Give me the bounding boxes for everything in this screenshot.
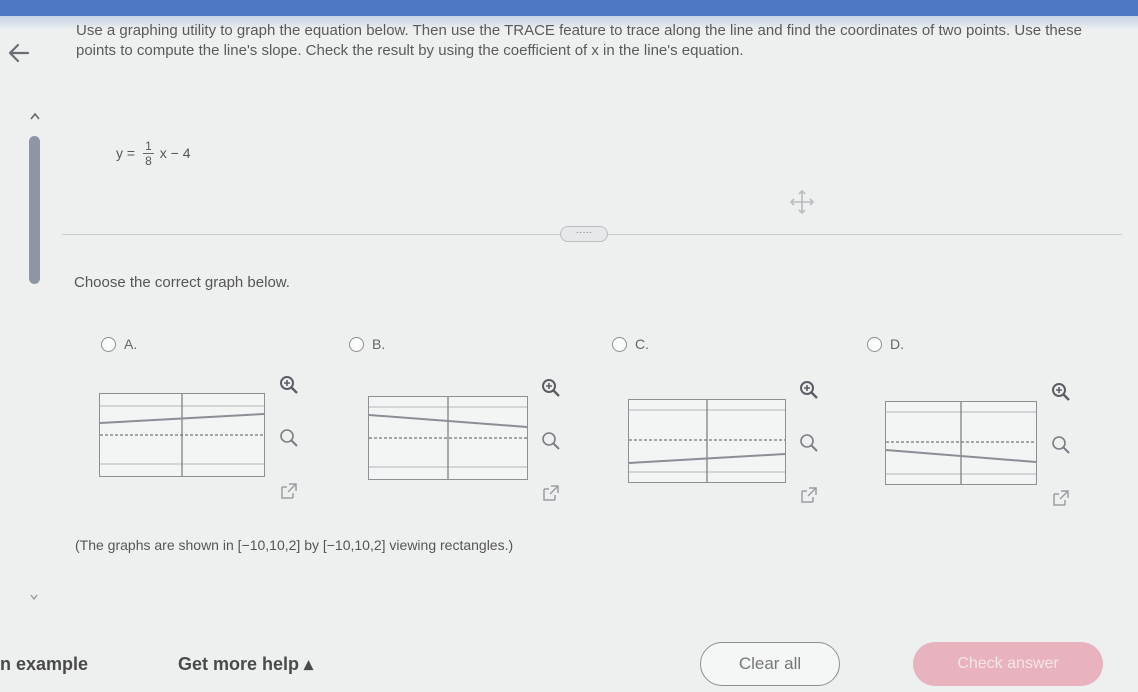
equation-lhs: y = xyxy=(116,145,136,161)
expand-icon[interactable] xyxy=(798,484,820,506)
option-c-graph xyxy=(628,399,786,483)
check-answer-button[interactable]: Check answer xyxy=(913,642,1103,686)
get-more-help-link[interactable]: Get more help ▴ xyxy=(178,654,313,675)
clear-all-button[interactable]: Clear all xyxy=(700,642,840,686)
option-a-graph xyxy=(99,393,265,477)
option-d-graph xyxy=(885,401,1037,485)
expand-icon[interactable] xyxy=(540,482,562,504)
fraction-denominator: 8 xyxy=(145,153,152,168)
question-prompt: Choose the correct graph below. xyxy=(74,274,290,291)
zoom-in-icon[interactable] xyxy=(278,374,300,396)
zoom-in-icon[interactable] xyxy=(798,379,820,401)
fraction-numerator: 1 xyxy=(143,138,154,154)
zoom-out-icon[interactable] xyxy=(798,432,820,454)
expand-button[interactable]: ····· xyxy=(560,226,608,242)
viewing-rectangle-note: (The graphs are shown in [−10,10,2] by [… xyxy=(75,537,514,553)
option-c-radio[interactable] xyxy=(612,336,627,352)
option-b-radio[interactable] xyxy=(349,336,364,352)
option-c-label: C. xyxy=(635,336,649,352)
option-b-label: B. xyxy=(372,336,386,352)
equation: y = 1 8 x − 4 xyxy=(116,128,191,178)
top-bar xyxy=(0,0,1138,16)
move-icon[interactable] xyxy=(788,188,816,216)
option-d[interactable]: D. xyxy=(867,336,904,352)
expand-icon[interactable] xyxy=(1050,487,1072,509)
scroll-up-icon[interactable] xyxy=(27,110,43,122)
instructions-text: Use a graphing utility to graph the equa… xyxy=(76,22,1082,59)
back-arrow-icon[interactable] xyxy=(4,38,34,68)
equation-fraction: 1 8 xyxy=(143,139,154,168)
scroll-down-icon[interactable] xyxy=(28,592,40,602)
expand-icon[interactable] xyxy=(278,480,300,502)
zoom-out-icon[interactable] xyxy=(278,427,300,449)
view-example-link[interactable]: n example xyxy=(0,654,88,675)
option-c[interactable]: C. xyxy=(612,336,649,352)
option-d-label: D. xyxy=(890,336,904,352)
option-b[interactable]: B. xyxy=(349,336,385,352)
zoom-out-icon[interactable] xyxy=(540,430,562,452)
zoom-in-icon[interactable] xyxy=(1050,381,1072,403)
scrollbar-thumb[interactable] xyxy=(29,136,40,284)
zoom-out-icon[interactable] xyxy=(1050,434,1072,456)
option-d-radio[interactable] xyxy=(867,336,882,352)
option-a[interactable]: A. xyxy=(101,336,137,352)
option-b-graph xyxy=(368,396,528,480)
option-a-label: A. xyxy=(124,336,138,352)
option-a-radio[interactable] xyxy=(101,336,116,352)
equation-rhs: x − 4 xyxy=(159,145,191,161)
zoom-in-icon[interactable] xyxy=(540,377,562,399)
